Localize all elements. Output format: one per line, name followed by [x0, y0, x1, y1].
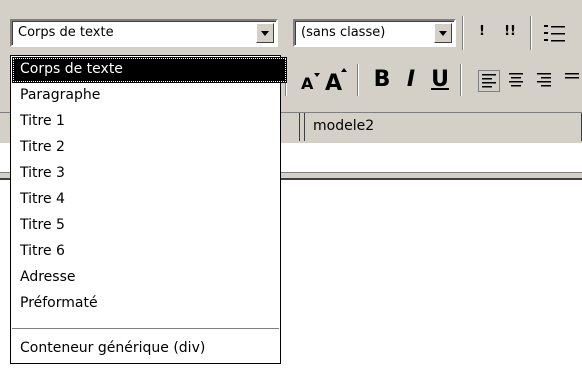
dropdown-item[interactable]: Préformaté: [12, 291, 287, 317]
class-select[interactable]: (sans classe): [293, 19, 456, 47]
toolbar-divider: [530, 16, 532, 50]
italic-button[interactable]: I: [400, 66, 422, 94]
double-exclamation-button[interactable]: !!: [497, 18, 523, 46]
dropdown-item[interactable]: Titre 3: [12, 161, 287, 187]
tab-modele2[interactable]: modele2: [304, 113, 582, 141]
align-justify-icon[interactable]: [562, 70, 582, 92]
exclamation-button[interactable]: !: [472, 18, 492, 46]
chevron-down-icon[interactable]: [256, 23, 274, 43]
align-center-icon[interactable]: [506, 70, 528, 92]
paragraph-style-value: Corps de texte: [18, 25, 114, 40]
dropdown-item[interactable]: Adresse: [12, 265, 287, 291]
dropdown-item[interactable]: Titre 1: [12, 109, 287, 135]
bold-button[interactable]: B: [370, 66, 394, 94]
font-smaller-icon[interactable]: A: [299, 69, 323, 93]
dropdown-item[interactable]: Titre 4: [12, 187, 287, 213]
paragraph-style-dropdown: Corps de texte Paragraphe Titre 1 Titre …: [10, 55, 287, 364]
underline-button[interactable]: U: [428, 66, 452, 94]
dropdown-item[interactable]: Corps de texte: [12, 57, 287, 83]
class-value: (sans classe): [301, 25, 386, 40]
align-left-icon[interactable]: [478, 70, 500, 92]
numbered-list-icon[interactable]: [543, 22, 567, 46]
chevron-down-icon[interactable]: [434, 23, 452, 43]
paragraph-style-select[interactable]: Corps de texte: [10, 19, 278, 47]
dropdown-item-div-container[interactable]: Conteneur générique (div): [12, 336, 287, 362]
toolbar-divider: [462, 16, 464, 50]
dropdown-item[interactable]: Titre 5: [12, 213, 287, 239]
toolbar-row-1: Corps de texte (sans classe) ! !!: [0, 0, 582, 56]
toolbar-divider: [460, 64, 462, 96]
font-larger-icon[interactable]: A: [323, 66, 351, 94]
dropdown-item[interactable]: Titre 2: [12, 135, 287, 161]
dropdown-item[interactable]: Titre 6: [12, 239, 287, 265]
dropdown-divider: [12, 328, 279, 329]
svg-text:A: A: [301, 74, 314, 93]
dropdown-item[interactable]: Paragraphe: [12, 83, 287, 109]
toolbar-divider: [357, 64, 359, 96]
svg-text:A: A: [325, 71, 342, 94]
align-right-icon[interactable]: [534, 70, 556, 92]
